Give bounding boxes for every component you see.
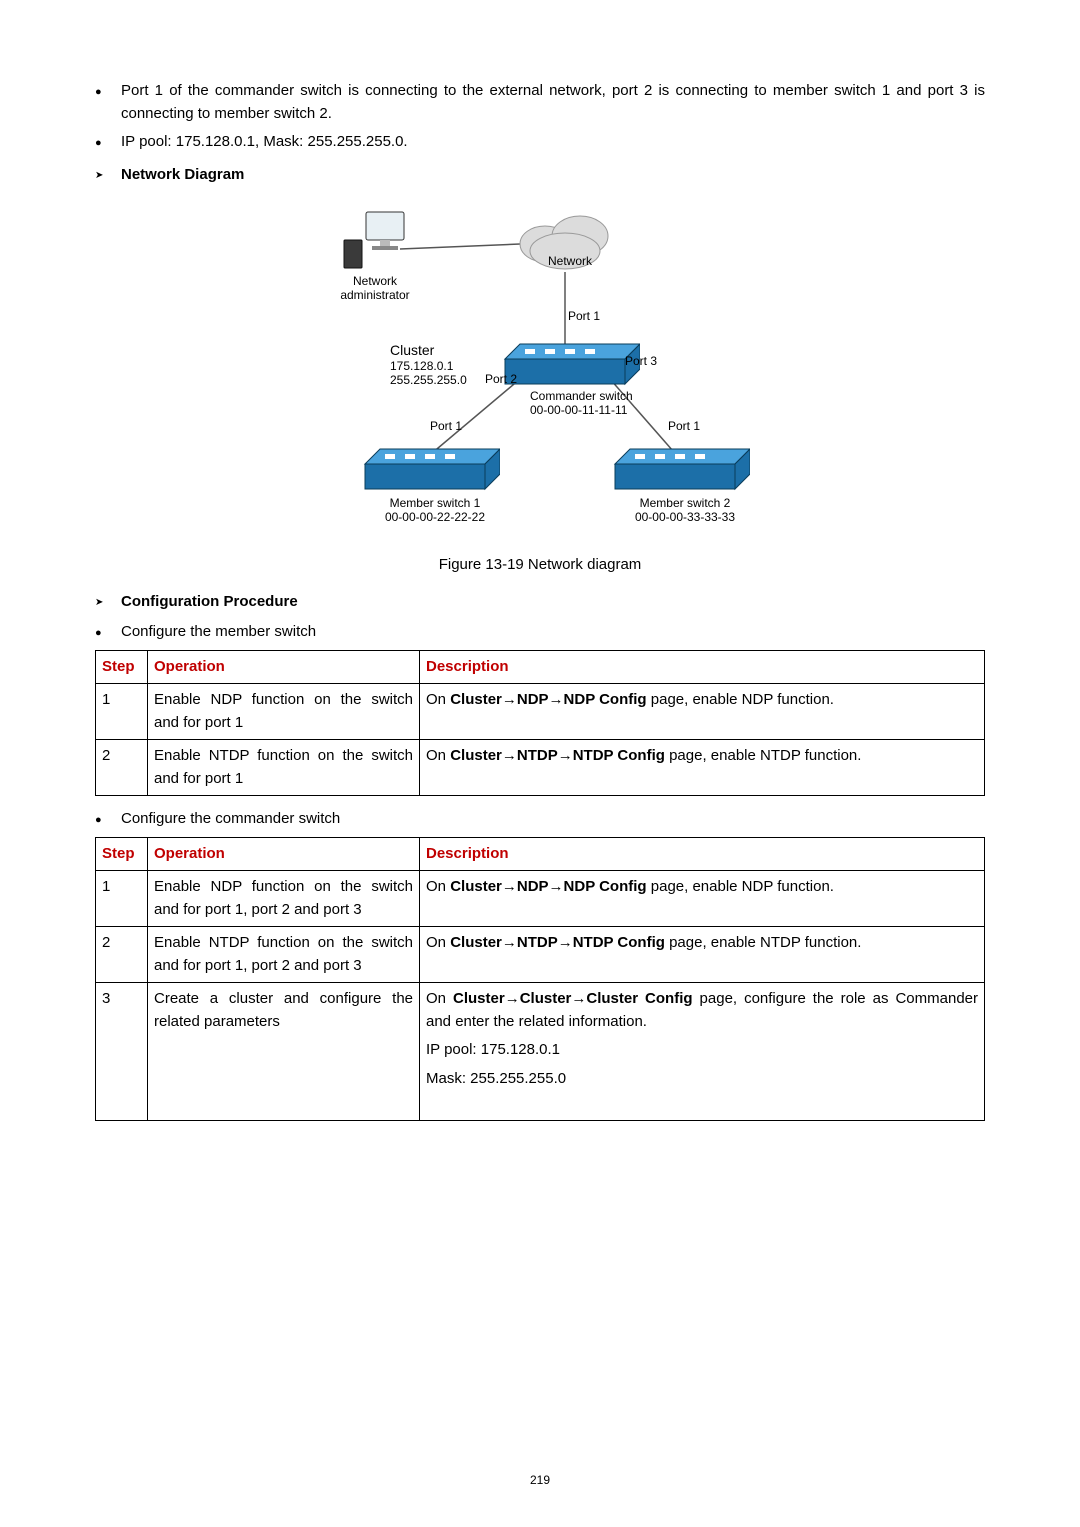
section-heading-config-procedure: Configuration Procedure: [95, 591, 985, 614]
cell-description: On Cluster→NDP→NDP Config page, enable N…: [420, 684, 985, 740]
th-description: Description: [420, 650, 985, 684]
label-member1: Member switch 1 00-00-00-22-22-22: [370, 496, 500, 525]
network-diagram-figure: Network administrator Network Port 1 Clu…: [95, 194, 985, 544]
cell-description: On Cluster→Cluster→Cluster Config page, …: [420, 983, 985, 1121]
cell-description: On Cluster→NDP→NDP Config page, enable N…: [420, 871, 985, 927]
cell-step: 2: [96, 927, 148, 983]
cell-description: On Cluster→NTDP→NTDP Config page, enable…: [420, 927, 985, 983]
cell-step: 3: [96, 983, 148, 1121]
label-port3: Port 3: [625, 354, 657, 368]
table-row: 3 Create a cluster and configure the rel…: [96, 983, 985, 1121]
member-switch-2-icon: [600, 444, 750, 499]
th-step: Step: [96, 650, 148, 684]
table-row: 2 Enable NTDP function on the switch and…: [96, 740, 985, 796]
table-row: 2 Enable NTDP function on the switch and…: [96, 927, 985, 983]
label-admin: Network administrator: [330, 274, 420, 303]
label-cluster: Cluster 175.128.0.1 255.255.255.0: [390, 342, 467, 388]
bullet-top-1: IP pool: 175.128.0.1, Mask: 255.255.255.…: [121, 131, 985, 154]
table-row: 1 Enable NDP function on the switch and …: [96, 871, 985, 927]
cell-operation: Create a cluster and configure the relat…: [148, 983, 420, 1121]
pc-icon: [340, 204, 410, 274]
bullet-commander: Configure the commander switch: [121, 808, 985, 831]
table-row: Step Operation Description: [96, 650, 985, 684]
section-heading-text: Network Diagram: [121, 166, 244, 183]
label-port1-top: Port 1: [568, 309, 600, 323]
label-commander: Commander switch 00-00-00-11-11-11: [530, 389, 660, 418]
cell-operation: Enable NDP function on the switch and fo…: [148, 871, 420, 927]
label-network: Network: [540, 254, 600, 268]
cell-step: 1: [96, 871, 148, 927]
cell-operation: Enable NDP function on the switch and fo…: [148, 684, 420, 740]
table-row: Step Operation Description: [96, 837, 985, 871]
table-row: 1 Enable NDP function on the switch and …: [96, 684, 985, 740]
label-port1-left: Port 1: [430, 419, 462, 433]
label-port1-right: Port 1: [668, 419, 700, 433]
member-switch-1-icon: [350, 444, 500, 499]
th-step: Step: [96, 837, 148, 871]
bullet-top-0: Port 1 of the commander switch is connec…: [121, 80, 985, 125]
th-description: Description: [420, 837, 985, 871]
page-number: 219: [0, 1471, 1080, 1489]
bullet-member: Configure the member switch: [121, 621, 985, 644]
th-operation: Operation: [148, 837, 420, 871]
cell-operation: Enable NTDP function on the switch and f…: [148, 740, 420, 796]
cell-operation: Enable NTDP function on the switch and f…: [148, 927, 420, 983]
label-member2: Member switch 2 00-00-00-33-33-33: [620, 496, 750, 525]
figure-caption: Figure 13-19 Network diagram: [95, 554, 985, 577]
cell-description: On Cluster→NTDP→NTDP Config page, enable…: [420, 740, 985, 796]
section-heading-text-2: Configuration Procedure: [121, 593, 298, 610]
label-port2: Port 2: [485, 372, 517, 386]
th-operation: Operation: [148, 650, 420, 684]
section-heading-network-diagram: Network Diagram: [95, 164, 985, 187]
cell-step: 1: [96, 684, 148, 740]
cell-step: 2: [96, 740, 148, 796]
table-commander-switch: Step Operation Description 1 Enable NDP …: [95, 837, 985, 1122]
table-member-switch: Step Operation Description 1 Enable NDP …: [95, 650, 985, 797]
